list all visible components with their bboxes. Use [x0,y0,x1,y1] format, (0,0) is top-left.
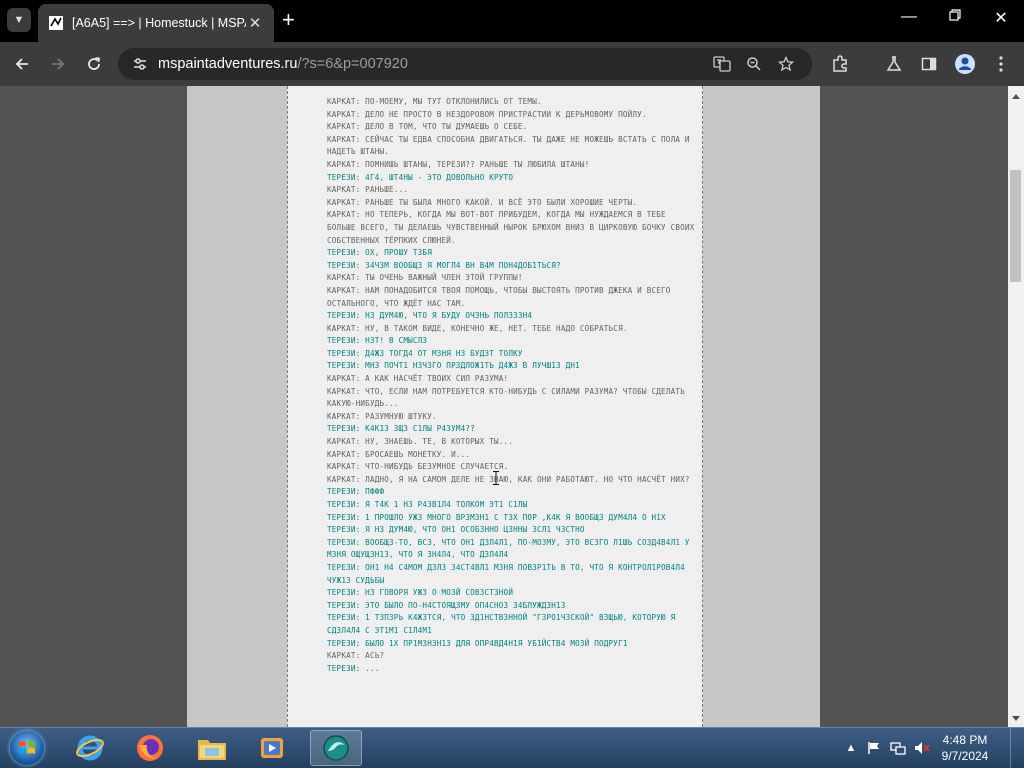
dialogue-line-karkat: КАРКАТ: ЧТО, ЕСЛИ НАМ ПОТРЕБУЕТСЯ КТО-НИ… [327,386,690,409]
forward-arrow-icon[interactable] [46,52,70,76]
dialogue-line-terezi: ТЕРЕЗИ: Н3 ДУМ4Ю, ЧТО Я БУДУ ОЧ3НЬ ПОЛ3З… [327,311,533,321]
firefox-icon[interactable] [124,730,176,766]
dialogue-line-karkat: КАРКАТ: АСЬ? [327,651,385,661]
windows-logo-icon [19,741,35,754]
dialogue-line-terezi: ТЕРЕЗИ: З4Ч3М ВООБЩ3 Я МОГЛ4 ВН В4М ПОН4… [327,260,561,270]
address-bar[interactable]: mspaintadventures.ru/?s=6&p=007920 [118,48,812,80]
dialogue-line-karkat: КАРКАТ: А КАК НАСЧЁТ ТВОИХ СИЛ РАЗУМА! [327,374,509,384]
show-desktop-button[interactable] [1010,728,1024,768]
dialogue-line-terezi: ТЕРЕЗИ: 1 Т3П3РЬ К4Ж3ТСЯ, ЧТО 3Д1НСТВ3НН… [327,613,681,635]
internet-explorer-icon[interactable] [64,730,116,766]
dialogue-line-terezi: ТЕРЕЗИ: ОХ, ПРОШУ Т3БЯ [327,248,432,258]
dialogue-line-karkat: КАРКАТ: БРОСАЕШЬ МОНЕТКУ. И... [327,449,471,459]
dialogue-line-karkat: КАРКАТ: ПО-МОЕМУ, МЫ ТУТ ОТКЛОНИЛИСЬ ОТ … [327,97,542,106]
vertical-scrollbar[interactable] [1008,86,1024,727]
dialogue-line-terezi: ТЕРЕЗИ: 1 ПРОШЛО УЖ3 МНОГО ВР3М3Н1 С Т3Х… [327,512,666,522]
bookmark-star-icon[interactable] [770,52,802,76]
profile-avatar-icon[interactable] [953,52,977,76]
close-icon[interactable]: ✕ [246,14,264,32]
text-cursor-icon [493,471,499,485]
restore-icon[interactable] [943,8,967,26]
start-button[interactable] [10,731,44,765]
pesterlog-lines: КАРКАТ: ПО-МОЕМУ, МЫ ТУТ ОТКЛОНИЛИСЬ ОТ … [327,96,697,675]
menu-kebab-icon[interactable] [989,52,1013,76]
system-clock[interactable]: 4:48 PM 9/7/2024 [935,732,995,764]
dialogue-line-terezi: ТЕРЕЗИ: ОН1 Н4 С4МОМ Д3Л3 З4СТ4ВЛ1 М3НЯ … [327,562,690,585]
file-explorer-icon[interactable] [186,730,238,766]
dialogue-line-karkat: КАРКАТ: ДЕЛО НЕ ПРОСТО В НЕЗДОРОВОМ ПРИС… [327,109,647,119]
dialogue-line-karkat: КАРКАТ: РАЗУМНУЮ ШТУКУ. [327,411,437,421]
new-tab-button[interactable]: + [282,9,295,31]
url-text[interactable]: mspaintadventures.ru/?s=6&p=007920 [158,56,706,72]
dialogue-line-karkat: КАРКАТ: ЧТО-НИБУДЬ БЕЗУМНОЕ СЛУЧАЕТСЯ. [327,462,509,472]
browser-toolbar: mspaintadventures.ru/?s=6&p=007920 [0,42,1024,86]
dialogue-line-karkat: КАРКАТ: НУ, В ТАКОМ ВИДЕ, КОНЕЧНО ЖЕ, НЕ… [327,323,628,333]
dialogue-line-terezi: ТЕРЕЗИ: Н3 ГОВОРЯ УЖ3 О МО3Й СОВ3СТ3НОЙ [327,588,514,598]
tab-search-button[interactable]: ▼ [7,8,31,32]
active-app-icon[interactable] [310,730,362,766]
dialogue-line-karkat: КАРКАТ: ДЕЛО В ТОМ, ЧТО ТЫ ДУМАЕШЬ О СЕБ… [327,122,528,132]
network-icon[interactable] [890,740,906,756]
dialogue-line-karkat: КАРКАТ: НАМ ПОНАДОБИТСЯ ТВОЯ ПОМОЩЬ, ЧТО… [327,285,676,308]
dialogue-line-terezi: ТЕРЕЗИ: К4К13 3Щ3 С1ЛЫ Р4ЗУМ4?? [327,424,475,434]
dialogue-line-terezi: ТЕРЕЗИ: Н3Т! В СМЫСЛ3 [327,336,428,346]
media-player-icon[interactable] [246,730,298,766]
pesterlog-panel: КАРКАТ: ПО-МОЕМУ, МЫ ТУТ ОТКЛОНИЛИСЬ ОТ … [287,86,703,727]
windows-taskbar: ▲ 4:48 PM 9/7/2024 [0,727,1024,768]
reload-icon[interactable] [82,52,106,76]
dialogue-line-karkat: КАРКАТ: СЕЙЧАС ТЫ ЕДВА СПОСОБНА ДВИГАТЬС… [327,134,695,157]
clock-date: 9/7/2024 [941,749,989,763]
dialogue-line-karkat: КАРКАТ: НУ, ЗНАЕШЬ. ТЕ, В КОТОРЫХ ТЫ... [327,437,514,447]
url-path: /?s=6&p=007920 [297,56,408,72]
tab-strip: ▼ [A6A5] ==> | Homestuck | MSPA ✕ + — ✕ [0,0,1024,42]
chevron-down-icon: ▼ [13,14,25,26]
extensions-icon[interactable] [828,52,852,76]
action-center-flag-icon[interactable] [866,740,882,756]
dialogue-line-karkat: КАРКАТ: ЛАДНО, Я НА САМОМ ДЕЛЕ НЕ ЗНАЮ, … [327,474,690,484]
dialogue-line-karkat: КАРКАТ: РАНЬШЕ ТЫ БЫЛА МНОГО КАКОЙ. И ВС… [327,197,638,207]
active-tab[interactable]: [A6A5] ==> | Homestuck | MSPA ✕ [38,4,274,42]
dialogue-line-terezi: ТЕРЕЗИ: Я Т4К 1 Н3 Р4ЗВ1Л4 ТОЛКОМ ЭТ1 С1… [327,500,528,509]
dialogue-line-terezi: ТЕРЕЗИ: ЭТО БЫЛО ПО-Н4СТОЯЩ3МУ ОП4СНОЗ З… [327,600,566,610]
tray-expand-icon[interactable]: ▲ [843,740,859,756]
dialogue-line-terezi: ТЕРЕЗИ: Я Н3 ДУМ4Ю, ЧТО ОН1 ОСОБ3ННО Ц3Н… [327,525,585,535]
dialogue-line-karkat: КАРКАТ: НО ТЕПЕРЬ, КОГДА МЫ ВОТ-ВОТ ПРИБ… [327,210,700,245]
dialogue-line-terezi: ТЕРЕЗИ: ВООБЩ3-ТО, ВС3, ЧТО ОН1 Д3Л4Л1, … [327,537,695,560]
scroll-down-arrow-icon[interactable] [1011,713,1021,723]
tab-title: [A6A5] ==> | Homestuck | MSPA [72,16,246,30]
dialogue-line-terezi: ТЕРЕЗИ: МН3 ПОЧТ1 Н3Ч3ГО ПР3ДЛОЖ1ТЬ Д4Ж3… [327,361,580,371]
dialogue-line-karkat: КАРКАТ: РАНЬШЕ... [327,185,409,195]
volume-muted-icon[interactable] [914,740,930,756]
scrollbar-thumb[interactable] [1010,170,1021,282]
dialogue-line-karkat: КАРКАТ: ПОМНИШЬ ШТАНЫ, ТЕРЕЗИ?? РАНЬШЕ Т… [327,159,590,169]
translate-icon[interactable] [706,52,738,76]
dialogue-line-terezi: ТЕРЕЗИ: ПФФФ [327,487,385,497]
favicon-icon [48,15,64,31]
scroll-up-arrow-icon[interactable] [1011,91,1021,101]
page-container: КАРКАТ: ПО-МОЕМУ, МЫ ТУТ ОТКЛОНИЛИСЬ ОТ … [187,86,820,727]
dialogue-line-terezi: ТЕРЕЗИ: 4Г4, ШТ4НЫ - ЭТО ДОВОЛЬНО КРУТО [327,172,514,182]
side-panel-icon[interactable] [917,52,941,76]
minimize-icon[interactable]: — [897,8,921,26]
zoom-icon[interactable] [738,52,770,76]
dialogue-line-terezi: ТЕРЕЗИ: БЫЛО 1Х ПР1М3Н3Н13 ДЛЯ ОПР4ВД4Н1… [327,638,628,648]
page-viewport: КАРКАТ: ПО-МОЕМУ, МЫ ТУТ ОТКЛОНИЛИСЬ ОТ … [0,86,1008,727]
clock-time: 4:48 PM [942,733,988,747]
dialogue-line-terezi: ТЕРЕЗИ: Д4Ж3 ТОГД4 ОТ М3НЯ Н3 БУД3Т ТОЛК… [327,348,523,358]
labs-flask-icon[interactable] [882,52,906,76]
dialogue-line-karkat: КАРКАТ: ТЫ ОЧЕНЬ ВАЖНЫЙ ЧЛЕН ЭТОЙ ГРУППЫ… [327,273,523,283]
window-close-icon[interactable]: ✕ [989,8,1013,28]
dialogue-line-terezi: ТЕРЕЗИ: ... [327,663,380,673]
back-arrow-icon[interactable] [10,52,34,76]
url-host: mspaintadventures.ru [158,56,298,72]
site-info-icon[interactable] [128,52,152,76]
